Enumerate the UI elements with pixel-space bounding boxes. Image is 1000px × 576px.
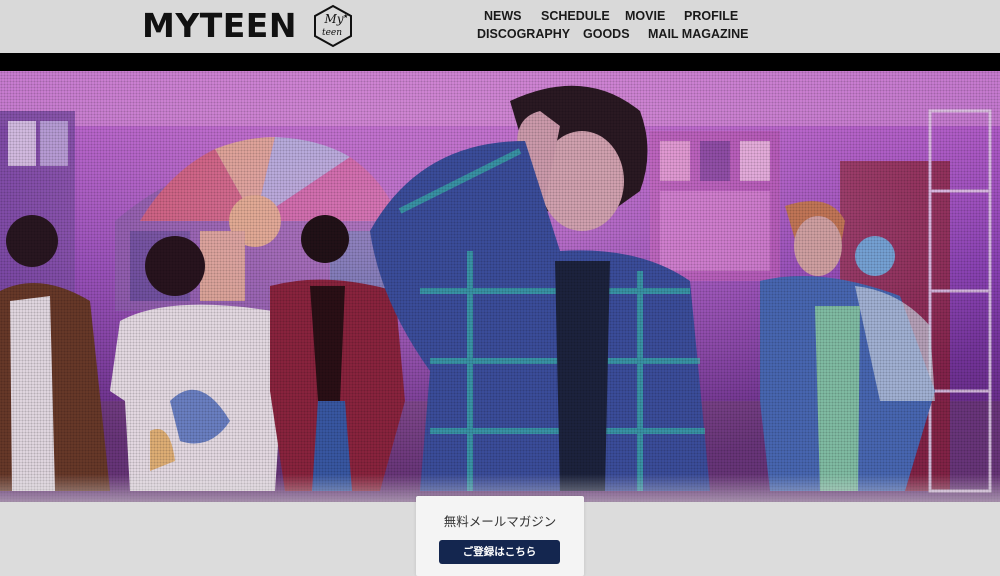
mail-magazine-card: 無料メールマガジン ご登録はこちら [416,496,584,576]
svg-text:★: ★ [343,13,348,20]
header-divider-bar [0,53,1000,71]
nav-goods[interactable]: GOODS [583,27,630,41]
nav-discography[interactable]: DISCOGRAPHY [477,27,570,41]
mail-magazine-title: 無料メールマガジン [443,514,557,529]
nav-schedule[interactable]: SCHEDULE [541,9,610,23]
nav-mail-magazine[interactable]: MAIL MAGAZINE [648,27,748,41]
hero-image [0,71,1000,502]
hero-video-still [0,71,1000,502]
nav-news[interactable]: NEWS [484,9,522,23]
mail-magazine-register-button[interactable]: ご登録はこちら [439,540,560,564]
svg-text:teen: teen [322,28,342,38]
svg-text:My: My [323,12,343,26]
logo-wordmark[interactable]: MYTEEN [142,6,297,45]
nav-movie[interactable]: MOVIE [625,9,665,23]
site-header: MYTEEN My teen ★ NEWS SCHEDULE MOVIE PRO… [0,0,1000,53]
nav-profile[interactable]: PROFILE [684,9,738,23]
logo-badge-icon[interactable]: My teen ★ [312,4,354,48]
